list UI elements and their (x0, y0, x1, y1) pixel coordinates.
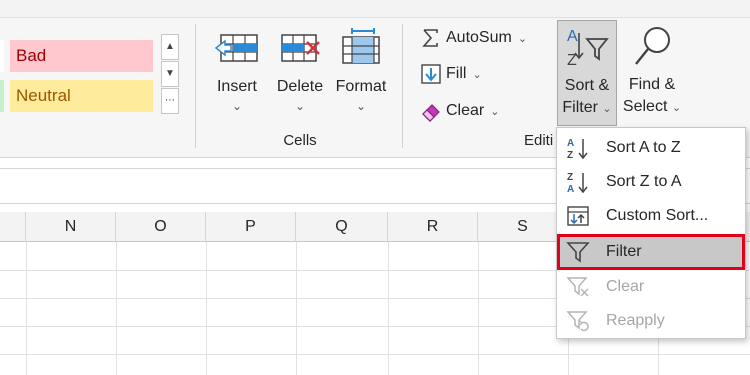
menu-item-reapply[interactable]: Reapply (560, 305, 742, 337)
style-bad[interactable]: Bad (10, 40, 153, 72)
menu-item-label: Reapply (606, 312, 665, 329)
sort-filter-menu: A Z Sort A to Z Z A Sort Z to A Custom S… (556, 127, 746, 339)
column-gridline (478, 242, 479, 375)
menu-item-label: Sort Z to A (606, 173, 682, 190)
find-select-label-text: Select (622, 98, 668, 115)
gallery-scroll-down-button[interactable]: ▼ (161, 61, 179, 87)
group-label-cells: Cells (283, 132, 317, 149)
menu-item-label: Clear (606, 278, 645, 295)
menu-item-filter[interactable]: Filter (557, 234, 745, 270)
column-header-q[interactable]: Q (296, 212, 388, 242)
row-gridline (0, 354, 750, 355)
menu-item-clear[interactable]: Clear (560, 271, 742, 303)
insert-cells-icon (214, 28, 260, 68)
column-gridline (388, 242, 389, 375)
autosum-button[interactable]: AutoSum ⌄ (420, 26, 550, 50)
sort-filter-icon: A Z (563, 25, 611, 71)
column-header-r[interactable]: R (388, 212, 478, 242)
sort-filter-label-text: Filter (562, 99, 598, 116)
chevron-down-icon: ⌄ (294, 99, 306, 113)
delete-cells-icon (277, 28, 323, 68)
custom-sort-icon (566, 204, 590, 228)
group-separator (195, 24, 196, 148)
clear-filter-icon (566, 275, 590, 299)
delete-label: Delete (276, 78, 324, 95)
svg-text:A: A (567, 184, 574, 194)
chevron-down-icon: ⌄ (602, 103, 612, 115)
chevron-down-icon: ⌄ (355, 99, 367, 113)
chevron-down-icon: ⌄ (490, 106, 500, 118)
svg-text:Z: Z (567, 172, 573, 183)
group-separator (402, 24, 403, 148)
autosum-label: AutoSum (446, 29, 512, 46)
fill-button[interactable]: Fill ⌄ (420, 62, 500, 86)
chevron-down-icon: ⌄ (231, 99, 243, 113)
magnifier-icon (629, 24, 675, 70)
column-gridline (206, 242, 207, 375)
menu-item-sort-z-to-a[interactable]: Z A Sort Z to A (560, 166, 742, 198)
clear-label: Clear (446, 102, 485, 119)
svg-text:A: A (567, 28, 578, 45)
sort-z-to-a-icon: Z A (566, 170, 590, 195)
find-select-button[interactable]: Find & Select ⌄ (621, 20, 683, 119)
column-gridline (116, 242, 117, 375)
group-label-editing: Editi (524, 132, 554, 149)
column-gridline (296, 242, 297, 375)
format-label: Format (335, 78, 387, 95)
menu-item-label: Sort A to Z (606, 139, 681, 156)
insert-button[interactable]: Insert ⌄ (208, 28, 266, 113)
format-button[interactable]: Format ⌄ (332, 28, 390, 113)
svg-text:Z: Z (567, 52, 577, 69)
fill-down-icon (420, 63, 442, 85)
column-header-p[interactable]: P (206, 212, 296, 242)
menu-item-custom-sort[interactable]: Custom Sort... (560, 200, 742, 232)
menu-item-label: Custom Sort... (606, 207, 709, 224)
filter-icon (566, 240, 590, 264)
eraser-icon (420, 100, 442, 122)
sort-filter-label-line1: Sort & (564, 77, 610, 94)
sigma-icon (420, 27, 442, 49)
menu-item-sort-a-to-z[interactable]: A Z Sort A to Z (560, 132, 742, 164)
column-header-partial[interactable] (0, 212, 26, 242)
chevron-down-icon: ⌄ (517, 33, 528, 45)
gallery-more-button[interactable]: ⋯ (161, 88, 179, 114)
ribbon-tab-strip (0, 0, 750, 18)
style-swatch-edge (0, 40, 4, 72)
sort-filter-button[interactable]: A Z Sort & Filter ⌄ (557, 20, 617, 126)
sort-a-to-z-icon: A Z (566, 136, 590, 161)
chevron-down-icon: ⌄ (472, 69, 482, 81)
style-swatch-good-edge[interactable] (0, 80, 4, 112)
menu-item-label: Filter (606, 243, 642, 260)
svg-text:A: A (567, 138, 574, 149)
column-header-s[interactable]: S (478, 212, 568, 242)
find-select-label-line1: Find & (628, 76, 676, 93)
reapply-filter-icon (566, 309, 590, 333)
gallery-scroll-up-button[interactable]: ▲ (161, 34, 179, 60)
format-cells-icon (338, 28, 384, 68)
insert-label: Insert (216, 78, 257, 95)
delete-button[interactable]: Delete ⌄ (272, 28, 328, 113)
style-neutral[interactable]: Neutral (10, 80, 153, 112)
find-select-label-line2: Select ⌄ (621, 96, 683, 119)
sort-filter-label-line2: Filter ⌄ (558, 97, 616, 120)
svg-text:Z: Z (567, 150, 573, 160)
fill-label: Fill (446, 65, 467, 82)
column-gridline (26, 242, 27, 375)
column-header-n[interactable]: N (26, 212, 116, 242)
column-header-o[interactable]: O (116, 212, 206, 242)
chevron-down-icon: ⌄ (671, 102, 682, 114)
clear-button[interactable]: Clear ⌄ (420, 99, 510, 123)
